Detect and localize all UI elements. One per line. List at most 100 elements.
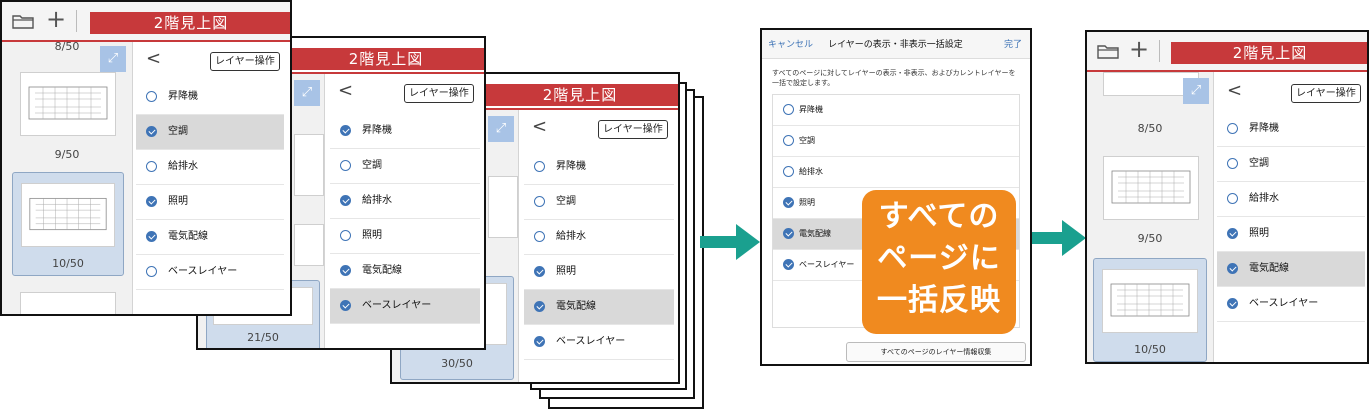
done-button[interactable]: 完了 <box>1004 37 1022 50</box>
check-icon <box>340 195 351 206</box>
layer-row-current[interactable]: 空調 <box>136 115 284 150</box>
layer-row[interactable]: 給排水 <box>136 150 284 185</box>
back-chevron-icon[interactable]: < <box>532 116 547 137</box>
layer-row[interactable]: 照明 <box>136 185 284 220</box>
layer-label: 照明 <box>362 230 382 241</box>
toolbar-divider <box>76 10 77 32</box>
radio-icon <box>146 266 157 277</box>
layer-row-current[interactable]: 電気配線 <box>1217 252 1365 287</box>
layer-label: 空調 <box>168 126 188 137</box>
check-icon <box>1227 228 1238 239</box>
layer-row[interactable]: 空調 <box>773 126 1019 157</box>
add-icon[interactable]: + <box>1129 35 1149 63</box>
layer-row[interactable]: ベースレイヤー <box>1217 287 1365 322</box>
layer-label: 空調 <box>799 136 815 145</box>
layer-row[interactable]: 昇降機 <box>330 114 480 149</box>
check-icon <box>783 228 794 239</box>
layer-label: 照明 <box>168 196 188 207</box>
floorplan-image <box>29 197 107 231</box>
layer-op-button[interactable]: レイヤー操作 <box>1291 84 1361 103</box>
layer-label: 電気配線 <box>799 229 831 238</box>
back-chevron-icon[interactable]: < <box>1227 80 1242 101</box>
layer-row[interactable]: 昇降機 <box>136 80 284 115</box>
layer-label: 昇降機 <box>556 161 586 172</box>
layer-label: 電気配線 <box>1249 263 1289 274</box>
layer-row[interactable]: 昇降機 <box>773 95 1019 126</box>
callout-line: 一括反映 <box>877 283 1001 318</box>
radio-icon <box>1227 123 1238 134</box>
back-chevron-icon[interactable]: < <box>146 48 161 69</box>
page-number-label: 10/50 <box>1134 343 1166 356</box>
layer-row[interactable]: 給排水 <box>773 157 1019 188</box>
layer-row[interactable]: 空調 <box>524 185 674 220</box>
check-icon <box>340 300 351 311</box>
page-thumbnail[interactable] <box>488 176 518 238</box>
layer-row[interactable]: 照明 <box>524 255 674 290</box>
expand-icon[interactable]: ⤢ <box>100 46 126 72</box>
layer-row[interactable]: ベースレイヤー <box>524 325 674 360</box>
layer-panel: < レイヤー操作 昇降機 空調 給排水 照明 電気配線 ベースレイヤー <box>134 42 290 314</box>
radio-icon <box>146 161 157 172</box>
document-title: 2階見上図 <box>480 84 678 106</box>
check-icon <box>783 197 794 208</box>
page-thumbnail[interactable] <box>20 72 116 136</box>
layer-label: ベースレイヤー <box>1249 298 1319 309</box>
folder-icon[interactable] <box>12 13 34 29</box>
page-thumbnail[interactable] <box>294 224 324 266</box>
check-icon <box>534 266 545 277</box>
page-thumbnail-column: ⤢ 8/50 9/50 10/50 <box>1087 72 1214 362</box>
layer-row[interactable]: ベースレイヤー <box>136 255 284 290</box>
layer-row[interactable]: 照明 <box>1217 217 1365 252</box>
folder-icon[interactable] <box>1097 43 1119 59</box>
expand-icon[interactable]: ⤢ <box>488 116 514 142</box>
radio-icon <box>783 104 794 115</box>
layer-row[interactable]: 照明 <box>330 219 480 254</box>
check-icon <box>146 126 157 137</box>
toolbar-divider <box>1159 40 1160 62</box>
flow-arrow-icon <box>700 224 760 260</box>
back-chevron-icon[interactable]: < <box>338 80 353 101</box>
check-icon <box>1227 298 1238 309</box>
collect-layer-info-button[interactable]: すべてのページのレイヤー情報収集 <box>846 342 1026 362</box>
layer-row[interactable]: 給排水 <box>1217 182 1365 217</box>
page-card-selected[interactable]: 10/50 <box>1093 258 1207 362</box>
layer-row[interactable]: 電気配線 <box>330 254 480 289</box>
layer-row-current[interactable]: 電気配線 <box>524 290 674 325</box>
layer-label: 電気配線 <box>362 265 402 276</box>
layer-op-button[interactable]: レイヤー操作 <box>210 52 280 71</box>
expand-icon[interactable]: ⤢ <box>1183 78 1209 104</box>
layer-label: 空調 <box>1249 158 1269 169</box>
layer-row[interactable]: 昇降機 <box>1217 112 1365 147</box>
page-thumbnail[interactable] <box>1103 156 1199 220</box>
layer-row-current[interactable]: ベースレイヤー <box>330 289 480 324</box>
expand-icon[interactable]: ⤢ <box>294 80 320 106</box>
layer-row[interactable]: 空調 <box>1217 147 1365 182</box>
floorplan-image <box>1111 170 1191 204</box>
page-thumbnail[interactable] <box>294 134 324 196</box>
layer-label: 電気配線 <box>168 231 208 242</box>
cancel-button[interactable]: キャンセル <box>768 37 813 50</box>
layer-row[interactable]: 電気配線 <box>136 220 284 255</box>
radio-icon <box>340 230 351 241</box>
layer-op-button[interactable]: レイヤー操作 <box>598 120 668 139</box>
layer-op-button[interactable]: レイヤー操作 <box>404 84 474 103</box>
layer-panel: < レイヤー操作 昇降機 空調 給排水 照明 電気配線 ベースレイヤー <box>1215 72 1367 362</box>
layer-label: 照明 <box>799 198 815 207</box>
layer-row[interactable]: 昇降機 <box>524 150 674 185</box>
add-icon[interactable]: + <box>46 5 66 33</box>
check-icon <box>534 336 545 347</box>
check-icon <box>340 265 351 276</box>
layer-row[interactable]: 空調 <box>330 149 480 184</box>
layer-row[interactable]: 給排水 <box>524 220 674 255</box>
page-thumbnail <box>1102 269 1198 333</box>
callout-line: すべての <box>878 199 1000 234</box>
check-icon <box>146 231 157 242</box>
page-number-label: 9/50 <box>54 148 80 161</box>
layer-row[interactable]: 給排水 <box>330 184 480 219</box>
page-card-selected[interactable]: 10/50 <box>12 172 124 276</box>
radio-icon <box>1227 193 1238 204</box>
page-number-label: 8/50 <box>1137 122 1163 135</box>
dialog-description: すべてのページに対してレイヤーの表示・非表示、およびカレントレイヤーを一括で設定… <box>772 69 1016 87</box>
ipad-screen-result: + 2階見上図 ⤢ 8/50 9/50 10/50 < レイヤー操作 昇降機 空… <box>1085 30 1369 364</box>
page-thumbnail[interactable] <box>20 292 116 314</box>
